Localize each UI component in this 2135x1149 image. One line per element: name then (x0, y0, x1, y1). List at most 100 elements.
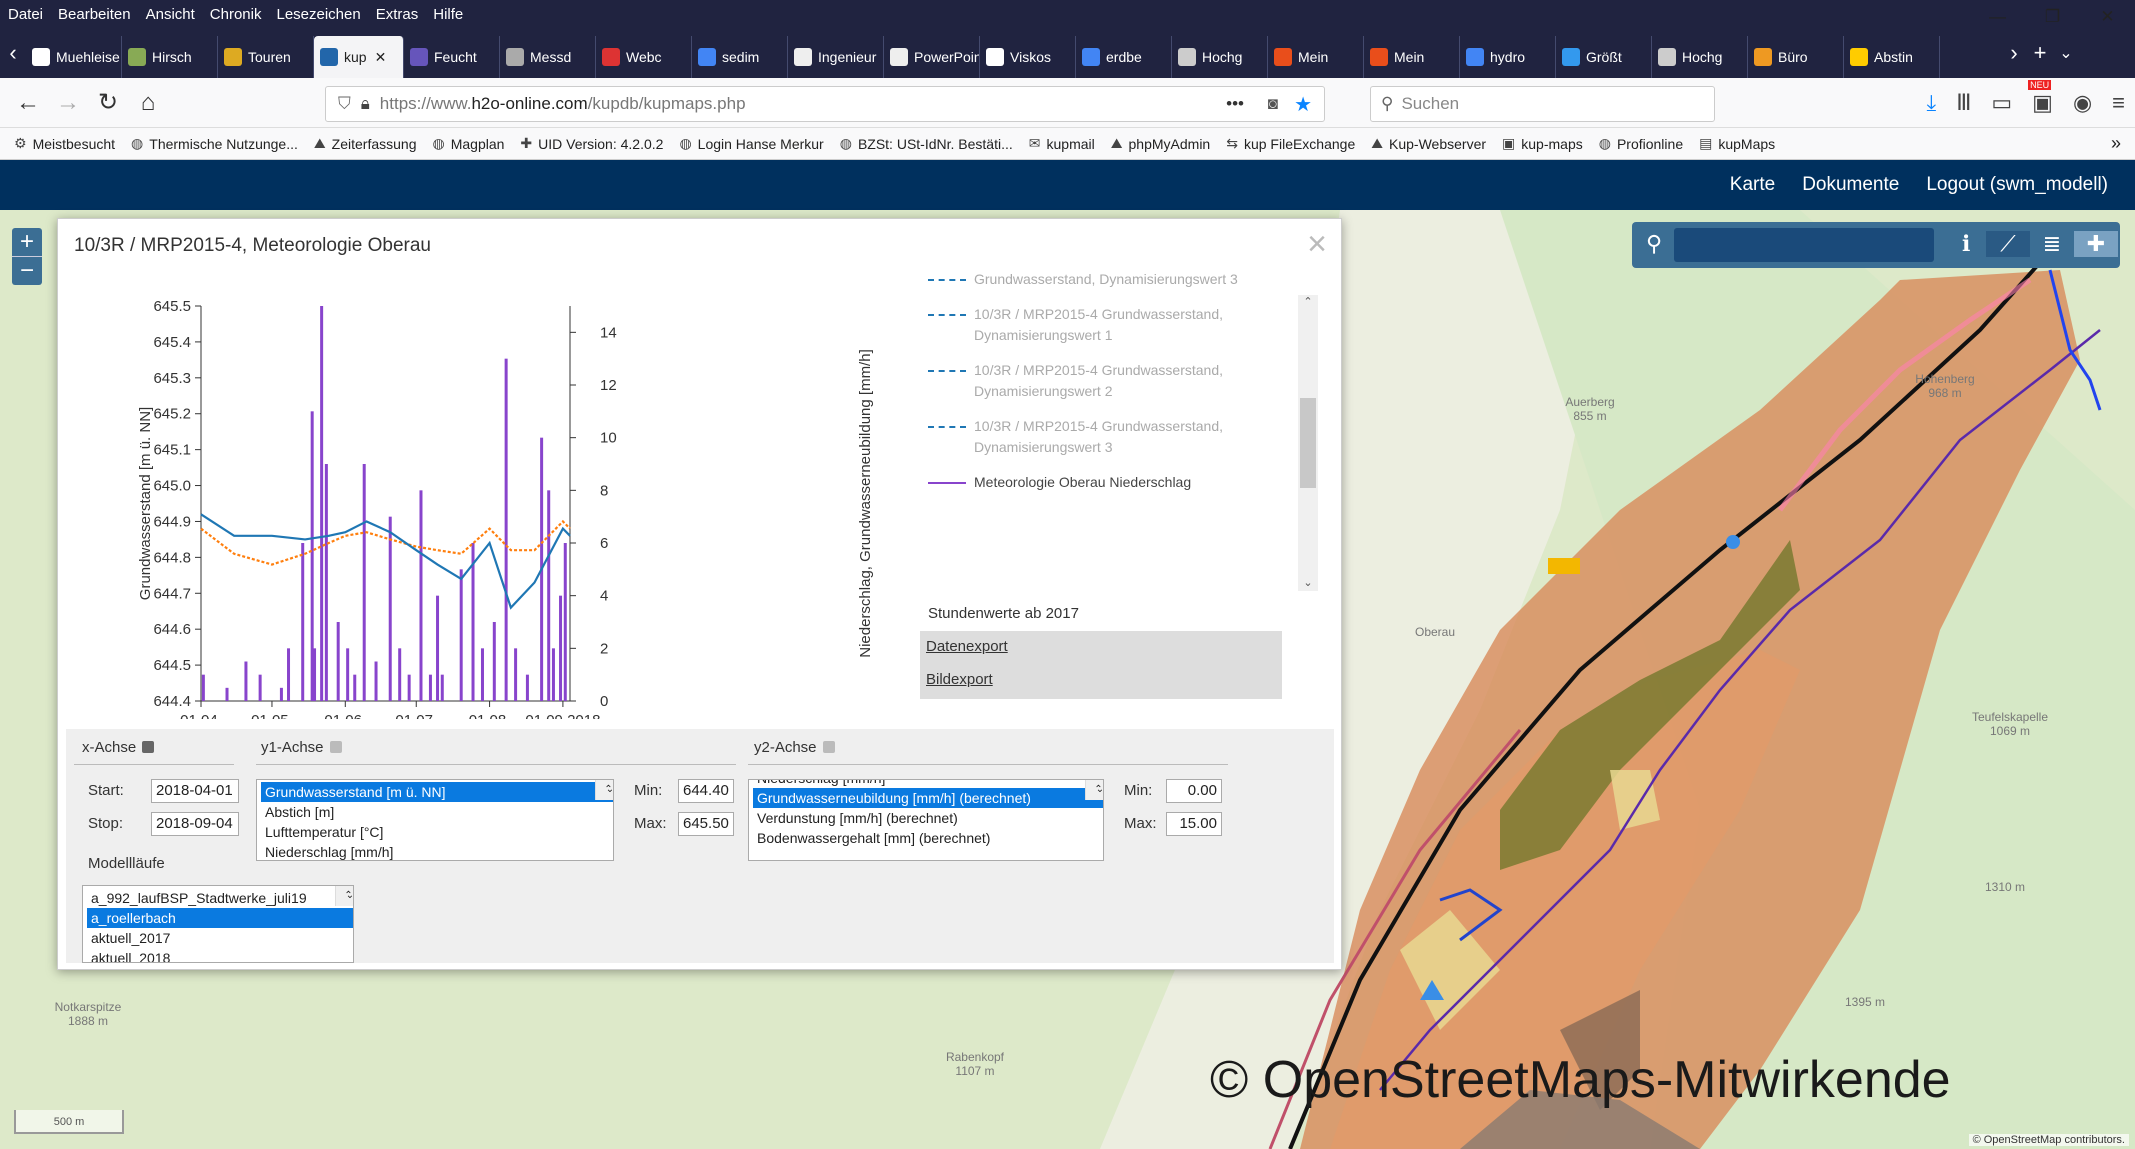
list-option[interactable]: aktuell_2017 (87, 928, 353, 948)
browser-tab[interactable]: Ingenieur (788, 36, 884, 78)
maximize-button[interactable]: ❐ (2025, 0, 2080, 28)
menu-item-hilfe[interactable]: Hilfe (433, 6, 463, 23)
zoom-in-button[interactable]: + (12, 228, 42, 257)
map-search-input[interactable] (1674, 228, 1934, 262)
image-export-link[interactable]: Bildexport (920, 664, 1282, 697)
bookmark-star-icon[interactable]: ★ (1294, 92, 1312, 117)
bookmark-item[interactable]: ▤ kupMaps (1699, 135, 1775, 152)
browser-tab[interactable]: kup ✕ (314, 36, 404, 78)
list-option[interactable]: Niederschlag [mm/h] (261, 842, 613, 860)
bookmark-item[interactable]: ⛰ Zeiterfassung (314, 135, 417, 152)
list-option[interactable]: Grundwasserneubildung [mm/h] (berechnet) (753, 788, 1103, 808)
bookmark-item[interactable]: ✚ UID Version: 4.2.0.2 (520, 135, 663, 152)
bookmark-item[interactable]: ◍ BZSt: USt-IdNr. Bestäti... (840, 135, 1013, 152)
scroll-down-icon[interactable]: ⌄ (340, 886, 353, 906)
menu-item-datei[interactable]: Datei (8, 6, 43, 23)
search-input[interactable]: ⚲ Suchen (1370, 86, 1715, 122)
y1-select-list[interactable]: Grundwasserstand [m ü. NN] Abstich [m] Luf… (256, 779, 614, 861)
data-export-link[interactable]: Datenexport (920, 631, 1282, 664)
layers-list-icon[interactable]: ≣ (2030, 231, 2074, 257)
home-icon[interactable]: ⌂ (128, 89, 168, 117)
list-scrollbar[interactable]: ⌃ ⌄ (335, 886, 353, 906)
sidebar-icon[interactable]: ▭ (1991, 90, 2012, 116)
dialog-close-button[interactable]: × (1307, 225, 1327, 264)
legend-item[interactable]: Grundwasserstand, Dynamisierungswert 3 (920, 269, 1282, 290)
browser-tab[interactable]: Größt (1556, 36, 1652, 78)
list-scrollbar[interactable]: ⌃ ⌄ (1085, 780, 1103, 800)
browser-tab[interactable]: Viskos (980, 36, 1076, 78)
y2-max-field[interactable]: 15.00 (1166, 812, 1222, 836)
browser-tab[interactable]: Hirsch (122, 36, 218, 78)
bookmark-item[interactable]: ⛰ phpMyAdmin (1111, 135, 1210, 152)
close-window-button[interactable]: ✕ (2080, 0, 2135, 28)
osm-attribution-small[interactable]: © OpenStreetMap contributors. (1968, 1134, 2129, 1146)
bookmark-item[interactable]: ⇆ kup FileExchange (1226, 135, 1355, 152)
nav-karte[interactable]: Karte (1730, 174, 1775, 196)
browser-tab[interactable]: Abstin (1844, 36, 1940, 78)
tabs-scroll-left-icon[interactable]: ‹ (0, 40, 26, 66)
tabs-scroll-right-icon[interactable]: › (2001, 40, 2027, 66)
menu-item-bearbeiten[interactable]: Bearbeiten (58, 6, 131, 23)
scroll-down-icon[interactable]: ⌄ (600, 780, 613, 800)
browser-tab[interactable]: sedim (692, 36, 788, 78)
scroll-down-icon[interactable]: ⌄ (1298, 576, 1318, 589)
browser-tab[interactable]: hydro (1460, 36, 1556, 78)
bookmark-item[interactable]: ⛰ Kup-Webserver (1371, 135, 1486, 152)
browser-tab[interactable]: Mein (1364, 36, 1460, 78)
bookmark-item[interactable]: ◍ Thermische Nutzunge... (131, 135, 298, 152)
browser-tab[interactable]: Messd (500, 36, 596, 78)
list-option[interactable]: Grundwasserstand [m ü. NN] (261, 782, 613, 802)
bookmark-item[interactable]: ◍ Magplan (432, 135, 504, 152)
y1-max-field[interactable]: 645.50 (678, 812, 734, 836)
minimize-button[interactable]: — (1970, 0, 2025, 28)
chart-icon[interactable]: ⟋ (1986, 231, 2030, 257)
legend-item[interactable]: 10/3R / MRP2015-4 Grundwasserstand, Dyna… (920, 416, 1282, 458)
menu-item-ansicht[interactable]: Ansicht (146, 6, 195, 23)
browser-tab[interactable]: Touren (218, 36, 314, 78)
y1-min-field[interactable]: 644.40 (678, 779, 734, 803)
stop-date-field[interactable]: 2018-09-04 (151, 812, 239, 836)
bookmark-item[interactable]: ✉ kupmail (1029, 135, 1095, 152)
start-date-field[interactable]: 2018-04-01 (151, 779, 239, 803)
list-option[interactable]: a_992_laufBSP_Stadtwerke_juli19 (87, 888, 353, 908)
forward-icon[interactable]: → (48, 89, 88, 117)
lock-icon[interactable] (822, 741, 835, 753)
nav-dokumente[interactable]: Dokumente (1802, 174, 1899, 196)
scroll-up-icon[interactable]: ⌃ (1298, 295, 1318, 308)
add-layer-icon[interactable]: ✚ (2074, 231, 2118, 257)
list-option[interactable]: Niederschlag [mm/h] (753, 780, 1103, 788)
browser-tab[interactable]: Mein (1268, 36, 1364, 78)
page-actions-icon[interactable]: ••• (1226, 94, 1244, 114)
legend-item[interactable]: 10/3R / MRP2015-4 Grundwasserstand, Dyna… (920, 304, 1282, 346)
new-tab-icon[interactable]: + (2027, 40, 2053, 66)
legend-item[interactable]: 10/3R / MRP2015-4 Grundwasserstand, Dyna… (920, 360, 1282, 402)
bookmark-item[interactable]: ⚙ Meistbesucht (14, 135, 115, 152)
back-icon[interactable]: ← (8, 89, 48, 117)
list-scrollbar[interactable]: ⌃ ⌄ (595, 780, 613, 800)
legend-scroll-thumb[interactable] (1300, 398, 1316, 488)
lock-icon[interactable] (329, 741, 342, 753)
map-search-icon[interactable]: ⚲ (1632, 231, 1676, 257)
bookmarks-overflow-icon[interactable]: » (2111, 133, 2121, 154)
legend-scrollbar[interactable]: ⌃ ⌄ (1298, 295, 1318, 591)
browser-tab[interactable]: Feucht (404, 36, 500, 78)
menu-icon[interactable]: ≡ (2112, 90, 2125, 116)
downloads-icon[interactable]: ⤓ (1926, 90, 1936, 116)
y2-select-list[interactable]: Niederschlag [mm/h]Grundwasserneubildung… (748, 779, 1104, 861)
list-option[interactable]: aktuell_2018 (87, 948, 353, 962)
menu-item-lesezeichen[interactable]: Lesezeichen (276, 6, 360, 23)
browser-tab[interactable]: Hochg (1652, 36, 1748, 78)
bookmark-item[interactable]: ◍ Login Hanse Merkur (679, 135, 823, 152)
reload-icon[interactable]: ↻ (88, 88, 128, 117)
browser-tab[interactable]: erdbe (1076, 36, 1172, 78)
list-option[interactable]: Bodenwassergehalt [mm] (berechnet) (753, 828, 1103, 848)
browser-tab[interactable]: PowerPoin (884, 36, 980, 78)
menu-item-extras[interactable]: Extras (376, 6, 419, 23)
y2-min-field[interactable]: 0.00 (1166, 779, 1222, 803)
browser-tab[interactable]: Büro (1748, 36, 1844, 78)
library-icon[interactable]: Ⅲ (1956, 90, 1971, 116)
scroll-down-icon[interactable]: ⌄ (1090, 780, 1103, 800)
bookmark-item[interactable]: ◍ Profionline (1599, 135, 1683, 152)
zoom-out-button[interactable]: − (12, 257, 42, 285)
bookmark-item[interactable]: ▣ kup-maps (1502, 135, 1583, 152)
